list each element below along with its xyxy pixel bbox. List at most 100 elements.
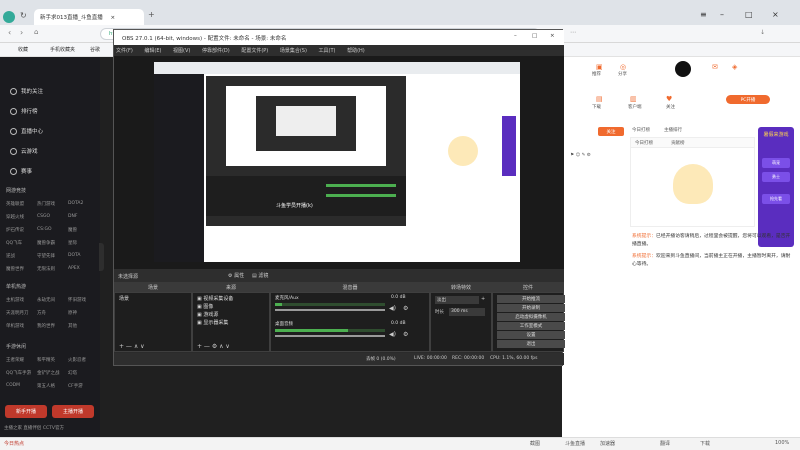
menu-file[interactable]: 文件(F) — [116, 48, 133, 54]
sidebar-game-item[interactable]: 逆战 — [6, 253, 15, 259]
volume-slider[interactable] — [275, 309, 385, 311]
taskbar-item[interactable]: 截图 — [530, 440, 540, 447]
taskbar-item[interactable]: 斗鱼直播 — [565, 440, 585, 447]
tab-close-icon[interactable]: × — [111, 15, 116, 21]
source-controls[interactable]: + — ⚙ ∧ ∨ — [197, 343, 230, 350]
follow-icon[interactable]: ♥ — [666, 95, 672, 103]
forward-icon[interactable]: › — [20, 28, 23, 37]
menu-scenes[interactable]: 场景集合(S) — [280, 48, 307, 54]
bookmark-item[interactable]: 手机收藏夹 — [50, 46, 75, 53]
menu-icon[interactable]: ≡ — [700, 10, 707, 19]
sidebar-game-item[interactable]: DOTA2 — [68, 201, 83, 206]
taskbar-item[interactable]: 下载 — [700, 440, 710, 447]
streamer-button[interactable]: 主播开播 — [52, 405, 94, 418]
sidebar-game-item[interactable]: QQ飞车 — [6, 240, 22, 246]
gift-icon[interactable]: ◈ — [732, 63, 737, 71]
close-icon[interactable]: × — [772, 10, 779, 19]
sidebar-game-item[interactable]: QQ飞车手游 — [6, 370, 31, 376]
exit-button[interactable]: 退出 — [497, 340, 565, 348]
sidebar-collapse-handle[interactable] — [99, 243, 104, 271]
download-app-icon[interactable]: ▤ — [596, 95, 603, 103]
sidebar-game-item[interactable]: 永劫无间 — [37, 297, 55, 303]
transition-select[interactable]: 淡出 — [435, 296, 479, 304]
taskbar-item[interactable]: 加速器 — [600, 440, 615, 447]
sidebar-game-item[interactable]: 火影忍者 — [68, 357, 86, 363]
menu-profile[interactable]: 配置文件(P) — [241, 48, 268, 54]
promo-button-1[interactable]: 萌宠 — [762, 158, 790, 168]
sidebar-item-cloud[interactable]: 云游戏 — [10, 147, 38, 155]
properties-button[interactable]: ⚙ 属性 — [228, 272, 244, 279]
minimize-icon[interactable]: – — [720, 10, 724, 19]
promo-banner[interactable]: 暑假来游戏 萌宠 勇士 抢先看 — [758, 127, 794, 247]
sidebar-item-center[interactable]: 直播中心 — [10, 127, 43, 135]
sidebar-game-item[interactable]: 魔兽 — [68, 227, 77, 233]
source-item[interactable]: ▣ 图像 — [197, 303, 213, 310]
menu-help[interactable]: 帮助(H) — [347, 48, 365, 54]
taskbar-item[interactable]: 翻译 — [660, 440, 670, 447]
share-icon[interactable]: ◎ — [620, 63, 626, 71]
extensions-icon[interactable]: ⋯ — [570, 29, 576, 36]
sidebar-game-item[interactable]: 天涯明月刀 — [6, 310, 29, 316]
sidebar-game-item[interactable]: 单机游戏 — [6, 323, 24, 329]
tab-today[interactable]: 今日打榜 — [632, 127, 650, 133]
sidebar-item-match[interactable]: 赛事 — [10, 167, 32, 175]
sidebar-game-item[interactable]: CODM — [6, 383, 20, 388]
refresh-icon[interactable]: ↻ — [20, 11, 27, 20]
settings-button[interactable]: 设置 — [497, 331, 565, 339]
filters-button[interactable]: ▤ 滤镜 — [252, 272, 268, 279]
tab-anchor[interactable]: 主播排行 — [664, 127, 682, 133]
home-icon[interactable]: ⌂ — [34, 28, 38, 36]
sidebar-game-item[interactable]: 魔兽争霸 — [37, 240, 55, 246]
sidebar-game-item[interactable]: 守望先锋 — [37, 253, 55, 259]
speaker-icon[interactable]: ◀) — [389, 305, 396, 312]
source-item[interactable]: ▣ 显示器采集 — [197, 319, 228, 326]
sidebar-game-item[interactable]: 英雄联盟 — [6, 201, 24, 207]
virtual-camera-button[interactable]: 启动虚拟摄像机 — [497, 313, 565, 321]
scene-item[interactable]: 场景 — [119, 295, 129, 302]
menu-edit[interactable]: 编辑(E) — [144, 48, 161, 54]
sidebar-game-item[interactable]: CSGO — [37, 214, 50, 219]
sidebar-game-item[interactable]: 炉石传说 — [6, 227, 24, 233]
new-tab-icon[interactable]: + — [148, 10, 155, 19]
menu-tools[interactable]: 工具(T) — [319, 48, 336, 54]
maximize-icon[interactable]: □ — [745, 10, 753, 19]
obs-minimize-icon[interactable]: – — [514, 33, 517, 39]
taskbar-news[interactable]: 今日热点 — [4, 440, 24, 447]
sidebar-game-item[interactable]: CS:GO — [37, 227, 52, 232]
obs-preview[interactable]: 斗鱼学员开播(k) — [114, 56, 564, 269]
start-recording-button[interactable]: 开始录制 — [497, 304, 565, 312]
menu-docks[interactable]: 停靠部件(D) — [202, 48, 230, 54]
tab-contrib[interactable]: 贡献榜 — [671, 140, 685, 146]
sidebar-game-item[interactable]: 幻塔 — [68, 370, 77, 376]
sidebar-game-item[interactable]: APEX — [68, 266, 80, 271]
scene-controls[interactable]: + — ∧ ∨ — [119, 343, 145, 350]
pc-live-button[interactable]: PC开播 — [726, 95, 770, 104]
user-avatar[interactable] — [675, 61, 691, 77]
obs-maximize-icon[interactable]: □ — [532, 33, 537, 39]
browser-logo-icon[interactable] — [3, 11, 15, 23]
sidebar-game-item[interactable]: 我的世界 — [37, 323, 55, 329]
sidebar-item-follow[interactable]: 我的关注 — [10, 87, 43, 95]
sidebar-game-item[interactable]: 原神 — [68, 310, 77, 316]
sidebar-game-item[interactable]: DNF — [68, 214, 77, 219]
promo-button-3[interactable]: 抢先看 — [762, 194, 790, 204]
sidebar-game-item[interactable]: 金铲铲之战 — [37, 370, 60, 376]
follow-button[interactable]: 关注 — [598, 127, 624, 136]
message-icon[interactable]: ✉ — [712, 63, 718, 71]
source-item[interactable]: ▣ 游戏源 — [197, 311, 218, 318]
tab-rank[interactable]: 今日打榜 — [635, 140, 653, 146]
recommend-icon[interactable]: ▣ — [596, 63, 603, 71]
sidebar-game-item[interactable]: DOTA — [68, 253, 81, 258]
mixer-gear-icon[interactable]: ⚙ — [403, 331, 408, 338]
sidebar-game-item[interactable]: 热门游戏 — [37, 201, 55, 207]
sidebar-game-item[interactable]: 星际 — [68, 240, 77, 246]
transition-add-icon[interactable]: + — [481, 296, 485, 302]
back-icon[interactable]: ‹ — [8, 28, 11, 37]
download-icon[interactable]: ↓ — [760, 29, 765, 36]
menu-view[interactable]: 视图(V) — [173, 48, 190, 54]
sidebar-game-item[interactable]: 王者荣耀 — [6, 357, 24, 363]
sidebar-game-item[interactable]: CF手游 — [68, 383, 83, 389]
sidebar-game-item[interactable]: 怀旧游戏 — [68, 297, 86, 303]
browser-tab[interactable]: 新手求013直播_斗鱼直播 × — [34, 9, 144, 25]
source-item[interactable]: ▣ 视频采集设备 — [197, 295, 233, 302]
